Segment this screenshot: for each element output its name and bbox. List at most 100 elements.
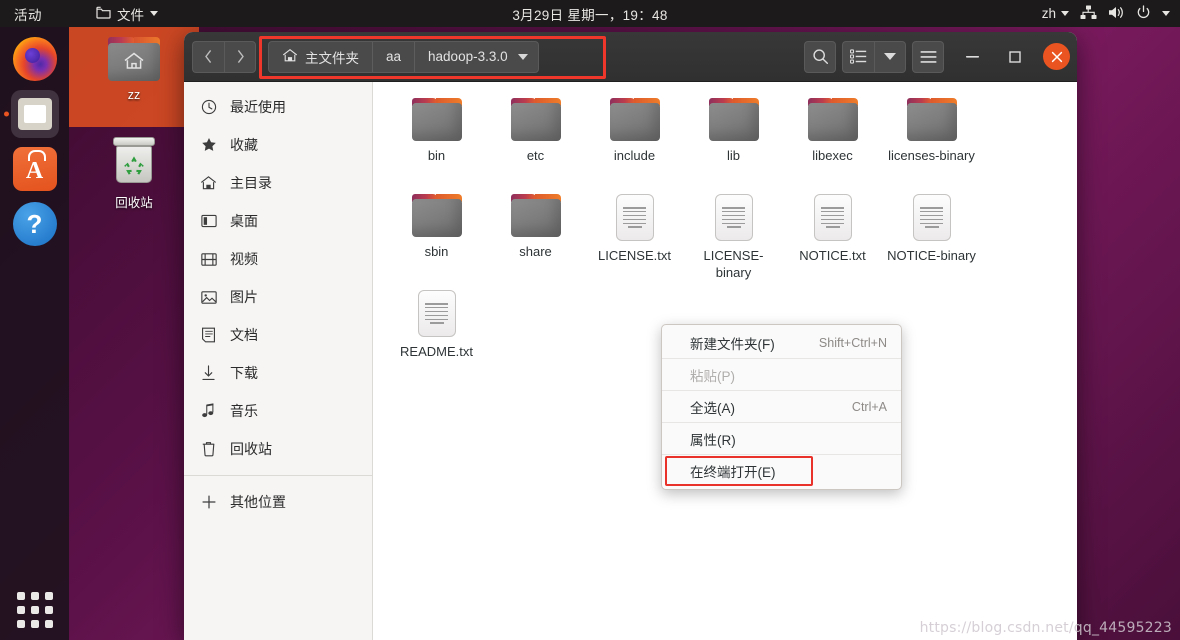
navigation-buttons [192, 40, 256, 73]
sidebar-item-trash[interactable]: 回收站 [184, 430, 372, 468]
menu-item-properties[interactable]: 属性(R) [662, 423, 901, 455]
show-applications-button[interactable] [15, 590, 55, 630]
file-item[interactable]: etc [486, 94, 585, 190]
file-name: libexec [812, 148, 853, 163]
breadcrumb-item-aa[interactable]: aa [373, 41, 416, 72]
menu-item-select-all[interactable]: 全选(A) Ctrl+A [662, 391, 901, 423]
view-list-button[interactable] [842, 40, 874, 73]
sidebar-item-home[interactable]: 主目录 [184, 164, 372, 202]
sidebar-item-documents[interactable]: 文档 [184, 316, 372, 354]
music-icon [200, 403, 217, 420]
file-name: share [519, 244, 552, 259]
dock-item-help[interactable]: ? [11, 200, 59, 248]
breadcrumb-item-current[interactable]: hadoop-3.3.0 [415, 42, 538, 72]
file-name: sbin [424, 244, 449, 259]
file-manager-window: 主文件夹 aa hadoop-3.3.0 最近使用 收藏 主目录 桌面 视频 图… [184, 32, 1077, 640]
sidebar-item-videos[interactable]: 视频 [184, 240, 372, 278]
file-name: NOTICE-binary [887, 248, 976, 263]
close-icon [1051, 51, 1062, 62]
sidebar-item-label: 主目录 [230, 175, 272, 191]
view-options-button[interactable] [874, 40, 906, 73]
forward-button[interactable] [224, 40, 256, 73]
file-name: LICENSE-binary [703, 248, 764, 280]
hamburger-icon [919, 50, 937, 63]
sidebar-item-pictures[interactable]: 图片 [184, 278, 372, 316]
dock: ? [0, 27, 69, 640]
text-file-icon [813, 194, 852, 241]
folder-icon [609, 98, 660, 141]
file-item[interactable]: licenses-binary [882, 94, 981, 190]
file-name: NOTICE.txt [799, 248, 866, 263]
text-file-icon [417, 290, 456, 337]
desktop-icon-label: zz [127, 88, 141, 102]
file-item[interactable]: include [585, 94, 684, 190]
power-icon[interactable] [1136, 4, 1151, 23]
status-area[interactable]: zh [1042, 0, 1170, 27]
close-button[interactable] [1043, 43, 1070, 70]
file-item[interactable]: libexec [783, 94, 882, 190]
text-file-icon [912, 194, 951, 241]
file-name: licenses-binary [888, 148, 975, 163]
grid-cell [30, 620, 39, 628]
folder-icon [96, 6, 111, 22]
main-menu-button[interactable] [912, 40, 944, 73]
file-item[interactable]: NOTICE-binary [882, 190, 981, 286]
grid-cell [44, 606, 53, 614]
sidebar-item-other-locations[interactable]: 其他位置 [184, 483, 372, 521]
breadcrumb-label: aa [386, 49, 402, 64]
document-icon [200, 327, 217, 344]
breadcrumb-item-home[interactable]: 主文件夹 [269, 41, 373, 72]
sidebar-divider [184, 475, 372, 476]
file-item[interactable]: README.txt [387, 286, 486, 382]
file-item[interactable]: lib [684, 94, 783, 190]
dock-item-ubuntu-software[interactable] [11, 145, 59, 193]
chevron-down-icon[interactable] [1162, 11, 1170, 16]
chevron-down-icon[interactable] [517, 53, 528, 60]
files-menu-label: 文件 [117, 7, 144, 23]
breadcrumb-label: 主文件夹 [305, 50, 359, 66]
watermark: https://blog.csdn.net/qq_44595223 [919, 620, 1172, 636]
network-icon[interactable] [1080, 5, 1097, 23]
files-icon [17, 98, 52, 130]
sidebar-item-label: 视频 [230, 251, 258, 267]
maximize-button[interactable] [1001, 43, 1028, 70]
folder-icon [807, 98, 858, 141]
dock-item-firefox[interactable] [11, 35, 59, 83]
desktop-icon-trash[interactable]: 回收站 [69, 127, 199, 227]
menu-item-open-in-terminal[interactable]: 在终端打开(E) [662, 455, 901, 487]
menu-item-new-folder[interactable]: 新建文件夹(F) Shift+Ctrl+N [662, 327, 901, 359]
file-item[interactable]: NOTICE.txt [783, 190, 882, 286]
files-app-menu[interactable]: 文件 [88, 4, 166, 24]
video-icon [200, 251, 217, 268]
volume-icon[interactable] [1108, 5, 1125, 23]
ubuntu-software-icon [12, 147, 57, 191]
minimize-button[interactable] [959, 43, 986, 70]
sidebar-item-label: 文档 [230, 327, 258, 343]
clock[interactable]: 3月29日 星期一，19：48 [0, 4, 1180, 24]
folder-icon [510, 194, 561, 237]
menu-item-label: 属性(R) [690, 432, 736, 448]
file-item[interactable]: sbin [387, 190, 486, 286]
dock-item-files[interactable] [10, 90, 59, 138]
back-button[interactable] [192, 40, 224, 73]
sidebar-item-label: 收藏 [230, 137, 258, 153]
input-language-indicator[interactable]: zh [1042, 6, 1069, 21]
sidebar-item-music[interactable]: 音乐 [184, 392, 372, 430]
search-button[interactable] [804, 40, 836, 73]
activities-button[interactable]: 活动 [0, 4, 52, 24]
sidebar-item-recent[interactable]: 最近使用 [184, 88, 372, 126]
folder-icon [708, 98, 759, 141]
file-item[interactable]: share [486, 190, 585, 286]
folder-icon [411, 98, 462, 141]
back-icon [205, 49, 212, 64]
help-icon: ? [12, 202, 57, 246]
sidebar-item-downloads[interactable]: 下载 [184, 354, 372, 392]
sidebar-item-desktop[interactable]: 桌面 [184, 202, 372, 240]
file-item[interactable]: LICENSE-binary [684, 190, 783, 286]
sidebar-item-label: 其他位置 [230, 494, 286, 510]
desktop-icon-home[interactable]: zz [69, 27, 199, 127]
chevron-down-icon [150, 11, 158, 16]
file-item[interactable]: LICENSE.txt [585, 190, 684, 286]
sidebar-item-starred[interactable]: 收藏 [184, 126, 372, 164]
file-item[interactable]: bin [387, 94, 486, 190]
